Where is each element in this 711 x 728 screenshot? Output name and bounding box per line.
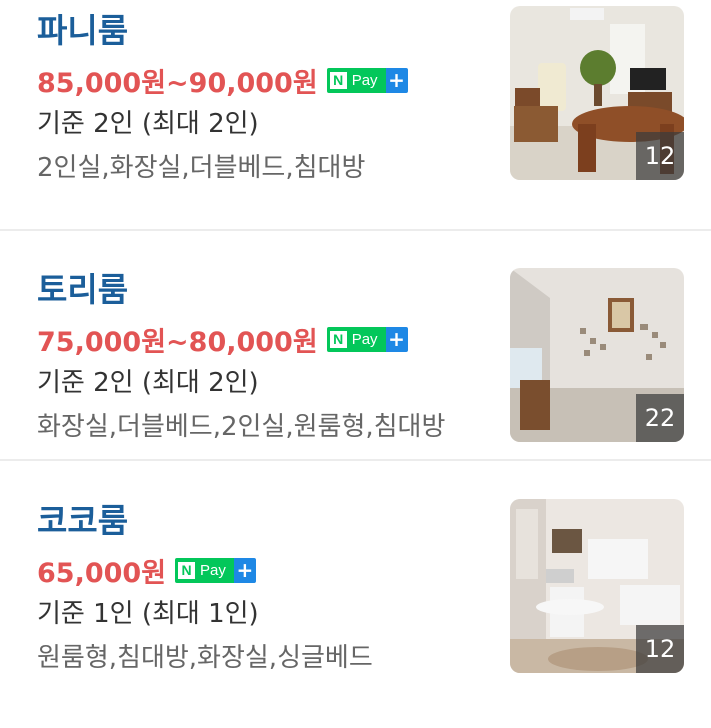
room-name[interactable]: 코코룸 bbox=[37, 500, 471, 542]
room-price: 85,000원~90,000원 bbox=[37, 67, 318, 99]
room-photo[interactable]: 22 bbox=[510, 268, 684, 442]
npay-label: Pay bbox=[200, 561, 226, 579]
npay-logo: N Pay bbox=[175, 557, 234, 583]
npay-badge: N Pay + bbox=[175, 557, 256, 583]
room-info: 코코룸 65,000원 N Pay + 기준 1인 (최대 1인) 원룸형,침대… bbox=[37, 498, 471, 676]
npay-label: Pay bbox=[351, 71, 378, 89]
room-photo[interactable]: 12 bbox=[510, 6, 684, 180]
room-info: 파니룸 85,000원~90,000원 N Pay + 기준 2인 (최대 2인… bbox=[37, 8, 471, 186]
photo-count: 12 bbox=[636, 625, 684, 673]
price-row: 65,000원 N Pay + bbox=[37, 552, 471, 589]
room-info: 토리룸 75,000원~80,000원 N Pay + 기준 2인 (최대 2인… bbox=[37, 267, 471, 445]
room-item[interactable]: 토리룸 75,000원~80,000원 N Pay + 기준 2인 (최대 2인… bbox=[0, 231, 711, 461]
room-item[interactable]: 파니룸 85,000원~90,000원 N Pay + 기준 2인 (최대 2인… bbox=[0, 0, 711, 231]
room-list: 파니룸 85,000원~90,000원 N Pay + 기준 2인 (최대 2인… bbox=[0, 0, 711, 697]
npay-logo: N Pay bbox=[326, 67, 386, 93]
room-tags: 화장실,더블베드,2인실,원룸형,침대방 bbox=[37, 412, 446, 442]
room-tags: 원룸형,침대방,화장실,싱글베드 bbox=[37, 643, 373, 673]
npay-logo: N Pay bbox=[326, 326, 386, 352]
room-capacity: 기준 2인 (최대 2인) bbox=[37, 368, 259, 398]
room-capacity: 기준 2인 (최대 2인) bbox=[37, 109, 259, 139]
photo-count: 12 bbox=[636, 132, 684, 180]
plus-icon: + bbox=[233, 557, 256, 583]
plus-icon: + bbox=[385, 326, 408, 352]
naver-n-icon: N bbox=[329, 71, 347, 89]
room-item[interactable]: 코코룸 65,000원 N Pay + 기준 1인 (최대 1인) 원룸형,침대… bbox=[0, 461, 711, 697]
npay-label: Pay bbox=[351, 330, 378, 348]
room-price: 75,000원~80,000원 bbox=[37, 326, 318, 358]
room-capacity: 기준 1인 (최대 1인) bbox=[37, 599, 259, 629]
price-row: 75,000원~80,000원 N Pay + bbox=[37, 321, 471, 358]
npay-badge: N Pay + bbox=[326, 67, 408, 93]
photo-count: 22 bbox=[636, 394, 684, 442]
room-price: 65,000원 bbox=[37, 557, 167, 589]
price-row: 85,000원~90,000원 N Pay + bbox=[37, 62, 471, 99]
room-photo[interactable]: 12 bbox=[510, 499, 684, 673]
room-name[interactable]: 토리룸 bbox=[37, 269, 471, 311]
npay-badge: N Pay + bbox=[326, 326, 408, 352]
room-tags: 2인실,화장실,더블베드,침대방 bbox=[37, 153, 366, 183]
plus-icon: + bbox=[385, 67, 408, 93]
naver-n-icon: N bbox=[178, 561, 196, 579]
room-name[interactable]: 파니룸 bbox=[37, 10, 471, 52]
naver-n-icon: N bbox=[329, 330, 347, 348]
